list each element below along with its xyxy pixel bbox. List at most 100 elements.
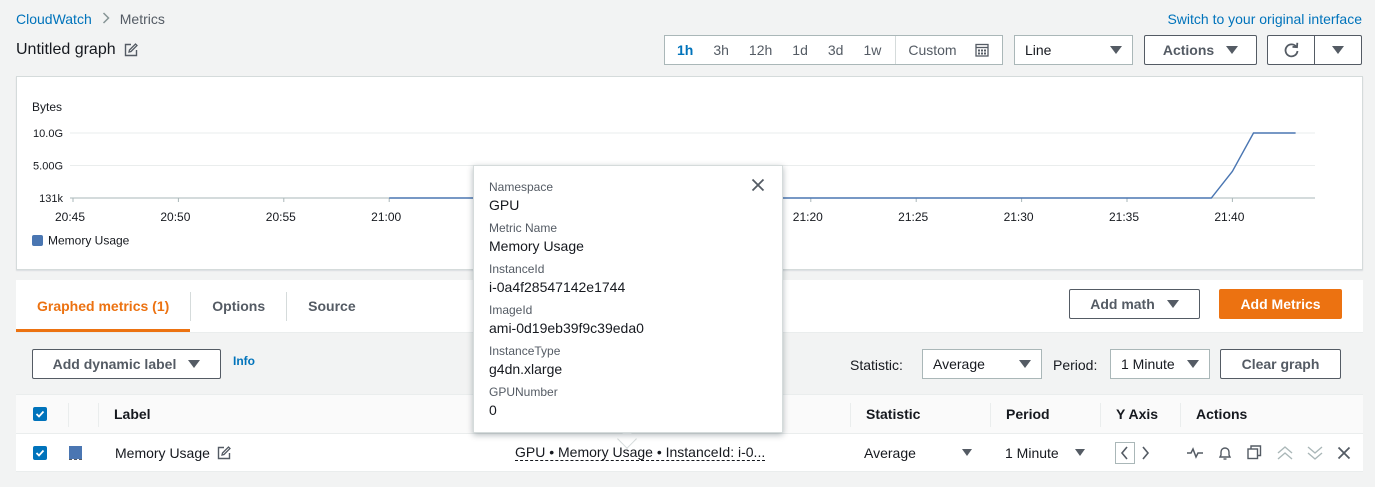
x-tick-label: 20:50: [160, 210, 190, 224]
column-statistic[interactable]: Statistic: [866, 395, 920, 433]
refresh-button[interactable]: [1267, 35, 1315, 65]
period-value: 1 Minute: [1121, 356, 1175, 372]
y-tick-label: 131k: [39, 193, 63, 205]
popover-key-metric-name: Metric Name: [489, 221, 558, 235]
actions-button-label: Actions: [1162, 42, 1215, 58]
move-down-icon[interactable]: [1306, 434, 1324, 471]
statistic-label: Statistic:: [850, 357, 903, 373]
y-axis-right-button[interactable]: [1140, 434, 1152, 471]
x-tick-label: 20:45: [55, 210, 85, 224]
remove-icon[interactable]: [1337, 434, 1351, 471]
time-range-1d[interactable]: 1d: [782, 42, 818, 58]
time-range-custom-label: Custom: [908, 42, 957, 58]
row-details[interactable]: GPU • Memory Usage • InstanceId: i-0...: [515, 434, 766, 471]
x-tick-label: 21:40: [1214, 210, 1244, 224]
period-select[interactable]: 1 Minute: [1110, 349, 1210, 379]
caret-down-icon: [1332, 46, 1344, 54]
caret-down-icon: [188, 360, 201, 368]
add-math-button[interactable]: Add math: [1069, 289, 1200, 319]
row-details-text: GPU • Memory Usage • InstanceId: i-0...: [515, 444, 766, 461]
switch-interface-link[interactable]: Switch to your original interface: [1167, 11, 1362, 27]
select-all-checkbox[interactable]: [33, 395, 47, 433]
edit-icon[interactable]: [124, 43, 138, 57]
popover-key-image-id: ImageId: [489, 303, 533, 317]
column-y-axis: Y Axis: [1116, 406, 1159, 422]
chevron-right-icon: [102, 11, 110, 27]
time-range-12h[interactable]: 12h: [739, 42, 782, 58]
row-statistic-select[interactable]: Average: [864, 434, 972, 471]
popover-value-instance-id: i-0a4f28547142e1744: [489, 279, 626, 295]
close-icon[interactable]: [751, 178, 765, 195]
y-axis-left-button[interactable]: [1115, 434, 1135, 471]
time-range-1h[interactable]: 1h: [665, 42, 703, 58]
popover-key-instance-type: InstanceType: [489, 344, 561, 358]
time-range-3d[interactable]: 3d: [818, 42, 854, 58]
caret-down-icon: [1226, 46, 1239, 54]
caret-down-icon: [1075, 449, 1085, 456]
info-link[interactable]: Info: [233, 354, 255, 368]
caret-down-icon: [1110, 46, 1122, 54]
breadcrumb-current: Metrics: [119, 11, 165, 27]
period-label: Period:: [1053, 357, 1098, 373]
actions-button[interactable]: Actions: [1144, 35, 1257, 65]
popover-key-gpu-number: GPUNumber: [489, 385, 558, 399]
row-period-value: 1 Minute: [1005, 444, 1059, 461]
add-metrics-button[interactable]: Add Metrics: [1219, 289, 1342, 319]
breadcrumb-cloudwatch-link[interactable]: CloudWatch: [16, 11, 92, 27]
popover-key-namespace: Namespace: [489, 180, 554, 194]
chart-type-select[interactable]: Line: [1014, 35, 1133, 65]
table-row: Memory Usage GPU • Memory Usage • Instan…: [16, 434, 1363, 472]
caret-down-icon: [1166, 300, 1179, 308]
tab-options[interactable]: Options: [191, 280, 286, 332]
row-checkbox[interactable]: [33, 434, 47, 471]
chart-type-value: Line: [1025, 42, 1052, 58]
calendar-icon: [965, 43, 999, 57]
legend-swatch: [32, 235, 43, 246]
column-period[interactable]: Period: [1006, 395, 1050, 433]
popover-value-gpu-number: 0: [489, 402, 497, 418]
time-range-3h[interactable]: 3h: [703, 42, 739, 58]
column-label[interactable]: Label: [114, 395, 151, 433]
x-tick-label: 21:25: [898, 210, 928, 224]
add-dynamic-label-text: Add dynamic label: [52, 356, 177, 372]
column-actions: Actions: [1196, 406, 1248, 422]
add-dynamic-label-button[interactable]: Add dynamic label: [32, 349, 221, 379]
time-range-1w[interactable]: 1w: [853, 42, 891, 58]
time-range-selector: 1h 3h 12h 1d 3d 1w Custom: [664, 35, 1003, 65]
row-label: Memory Usage: [115, 444, 210, 461]
bell-icon[interactable]: [1217, 434, 1233, 471]
refresh-icon: [1283, 42, 1300, 59]
refresh-options-button[interactable]: [1314, 35, 1362, 65]
popover-key-instance-id: InstanceId: [489, 262, 545, 276]
x-tick-label: 21:35: [1109, 210, 1139, 224]
page-title: Untitled graph: [16, 41, 116, 58]
duplicate-icon[interactable]: [1247, 434, 1262, 471]
row-statistic-value: Average: [864, 444, 916, 461]
y-tick-label: 5.00G: [33, 161, 63, 173]
move-up-icon[interactable]: [1276, 434, 1294, 471]
tab-bar: Graphed metrics (1) Options Source: [16, 280, 377, 332]
popover-value-instance-type: g4dn.xlarge: [489, 361, 563, 377]
time-range-custom[interactable]: Custom: [895, 36, 1006, 64]
clear-graph-button[interactable]: Clear graph: [1220, 349, 1341, 379]
popover-value-namespace: GPU: [489, 197, 520, 213]
line-graph-icon[interactable]: [1186, 434, 1204, 471]
tab-graphed-metrics[interactable]: Graphed metrics (1): [16, 280, 191, 332]
edit-icon[interactable]: [217, 434, 231, 471]
x-tick-label: 21:30: [1004, 210, 1034, 224]
add-math-label: Add math: [1090, 296, 1155, 312]
popover-value-image-id: ami-0d19eb39f9c39eda0: [489, 320, 644, 336]
tab-source[interactable]: Source: [287, 280, 376, 332]
y-axis-label: Bytes: [32, 100, 62, 114]
metric-details-popover: Namespace GPU Metric Name Memory Usage I…: [473, 165, 783, 433]
statistic-select[interactable]: Average: [922, 349, 1042, 379]
x-tick-label: 21:00: [371, 210, 401, 224]
checkmark-icon: [33, 445, 47, 460]
caret-down-icon: [1187, 360, 1199, 368]
statistic-value: Average: [933, 356, 985, 372]
caret-down-icon: [962, 449, 972, 456]
popover-value-metric-name: Memory Usage: [489, 238, 584, 254]
row-period-select[interactable]: 1 Minute: [1005, 434, 1085, 471]
legend-label[interactable]: Memory Usage: [48, 234, 130, 248]
series-color-swatch[interactable]: [69, 434, 82, 471]
